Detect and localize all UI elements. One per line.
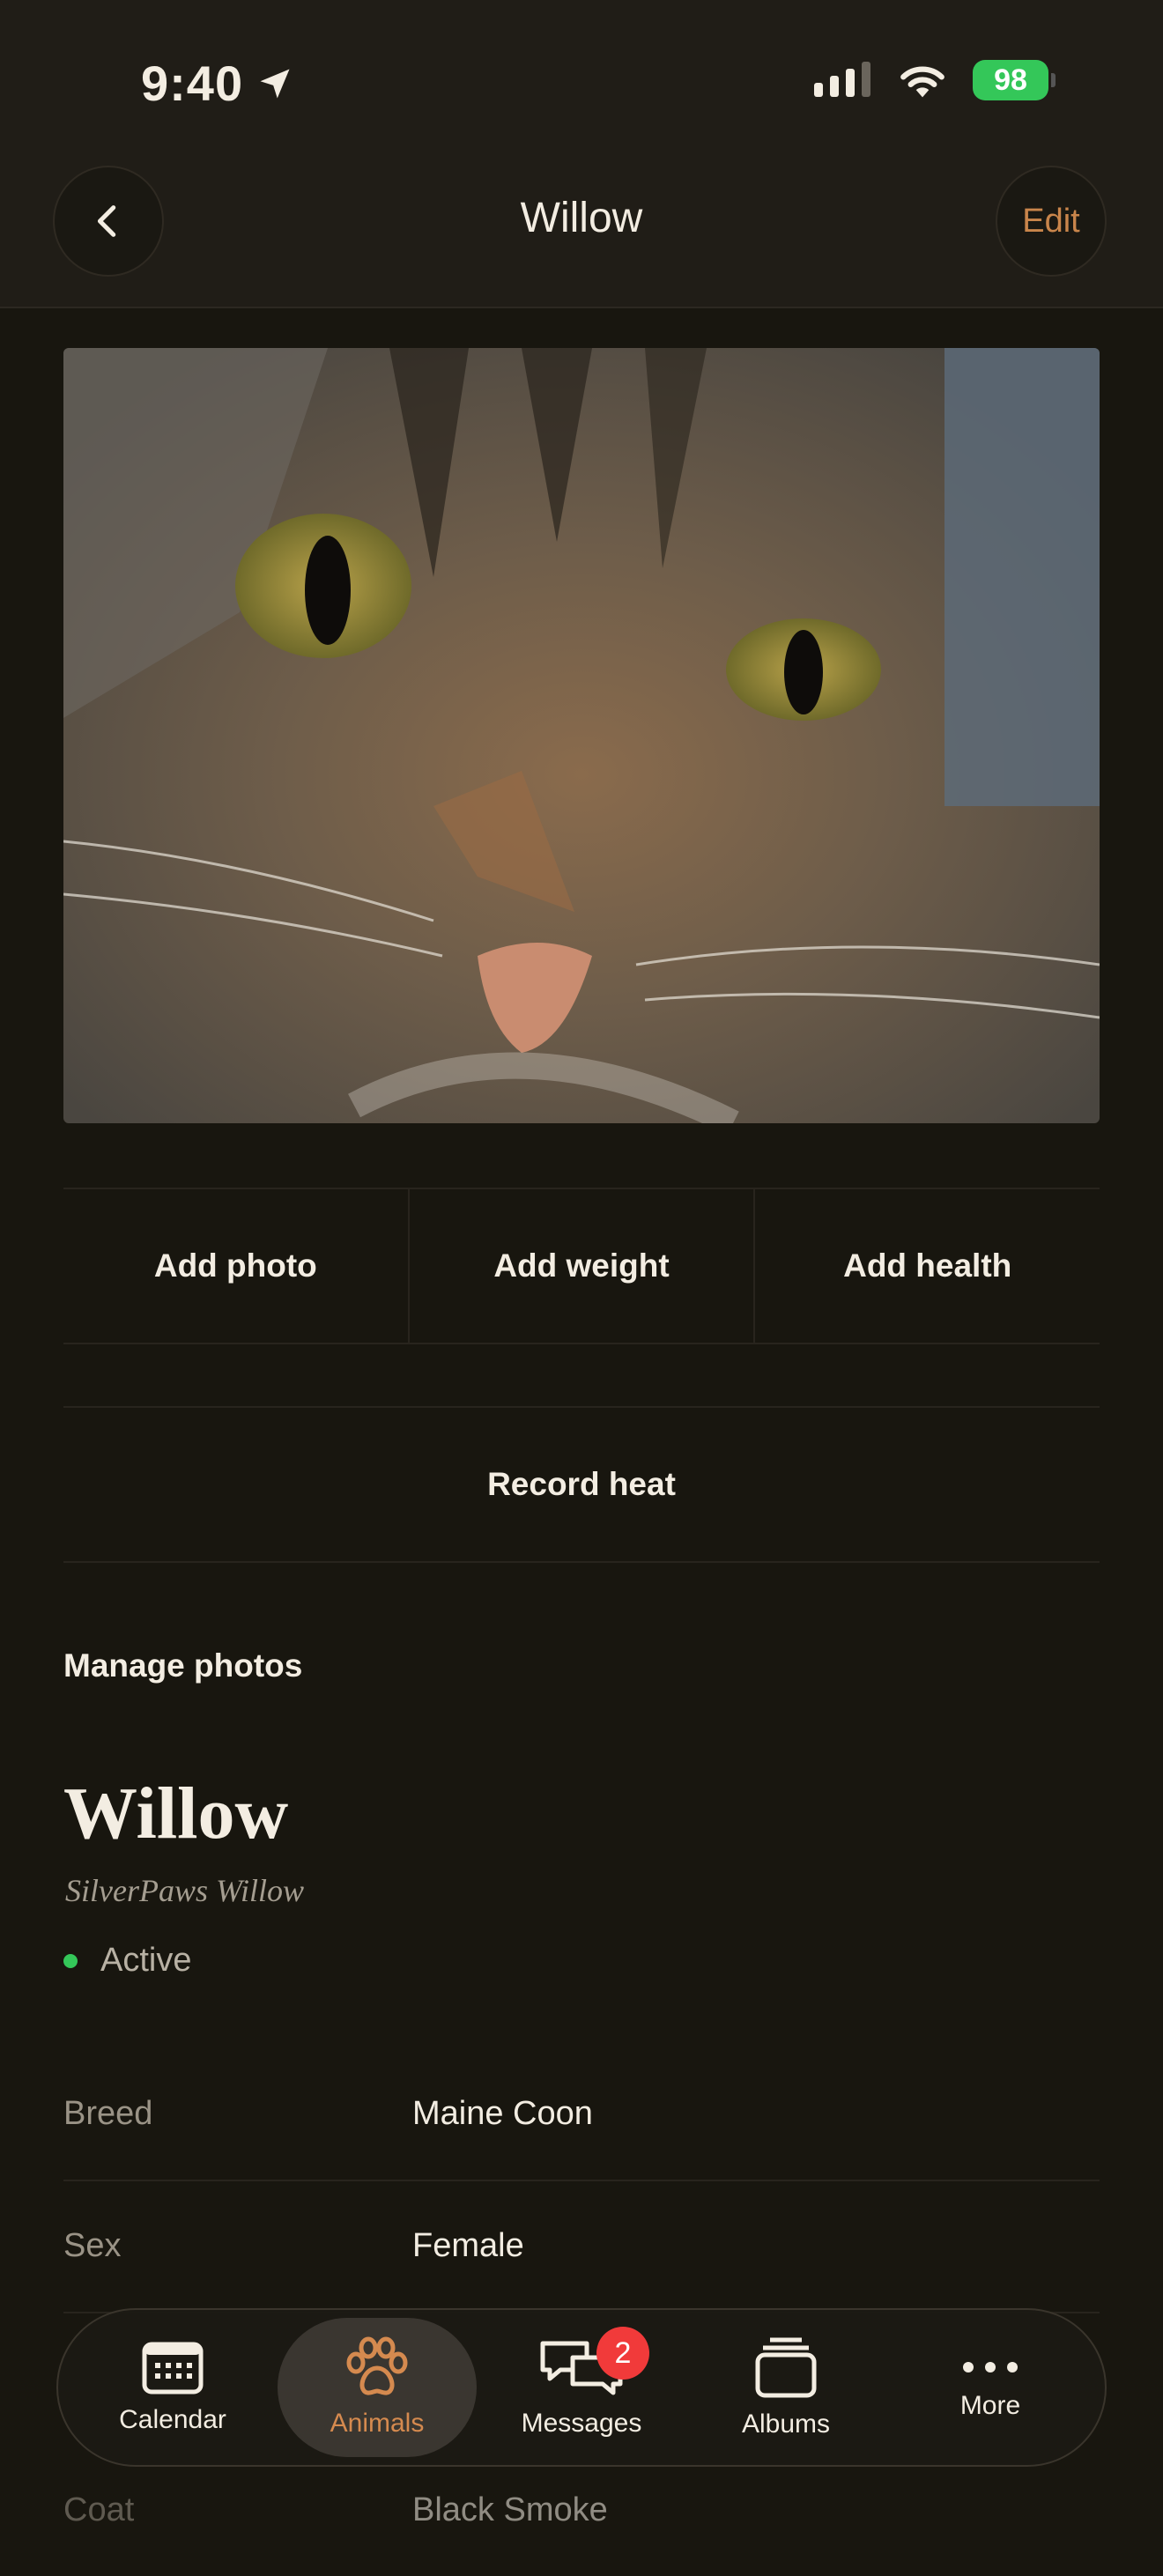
cat-photo-image [63, 348, 1100, 1123]
edit-label: Edit [1022, 202, 1080, 240]
tab-label: Calendar [119, 2405, 226, 2434]
detail-row-breed: Breed Maine Coon [63, 2047, 1100, 2181]
paw-icon [346, 2336, 408, 2395]
detail-value: Female [412, 2226, 524, 2264]
record-heat-button[interactable]: Record heat [63, 1406, 1100, 1563]
page-title: Willow [520, 195, 643, 241]
tab-label: Albums [741, 2409, 831, 2439]
edit-button[interactable]: Edit [996, 166, 1107, 277]
detail-label: Coat [63, 2491, 135, 2528]
animal-name: Willow [63, 1773, 289, 1854]
add-weight-button[interactable]: Add weight [407, 1189, 754, 1343]
tab-messages[interactable]: Messages 2 [482, 2318, 681, 2457]
wifi-icon [900, 66, 944, 98]
status-time: 9:40 [141, 55, 294, 112]
more-icon [963, 2362, 1018, 2372]
battery-level: 98 [994, 63, 1027, 97]
detail-row-sex: Sex Female [63, 2180, 1100, 2313]
detail-label: Sex [63, 2226, 122, 2264]
tab-label: Animals [330, 2409, 425, 2438]
tab-more[interactable]: More [891, 2318, 1090, 2457]
tab-calendar[interactable]: Calendar [73, 2318, 272, 2457]
cellular-signal-icon [814, 62, 870, 97]
time-label: 9:40 [141, 56, 244, 111]
calendar-icon [142, 2342, 204, 2395]
location-arrow-icon [260, 69, 290, 98]
detail-value: Black Smoke [412, 2491, 608, 2528]
status-dot-icon [63, 1953, 78, 1968]
status-indicators: 98 [814, 60, 1056, 100]
quick-actions: Add photo Add weight Add health [63, 1188, 1100, 1344]
tab-label: Messages [521, 2409, 642, 2438]
top-bar: 9:40 98 Willow Edit [0, 0, 1163, 308]
tab-animals[interactable]: Animals [278, 2318, 477, 2457]
detail-label: Breed [63, 2094, 153, 2132]
battery-indicator: 98 [973, 60, 1056, 100]
unread-badge: 2 [596, 2327, 649, 2380]
add-photo-button[interactable]: Add photo [63, 1189, 408, 1343]
manage-photos-link[interactable]: Manage photos [63, 1647, 302, 1684]
add-health-button[interactable]: Add health [753, 1189, 1100, 1343]
status-badge: Active [63, 1942, 191, 1980]
status-label: Active [100, 1942, 192, 1979]
albums-icon [755, 2337, 817, 2398]
tab-bar: Calendar Animals Messages 2 Albums More [56, 2308, 1107, 2467]
animal-photo[interactable] [63, 348, 1100, 1123]
tab-albums[interactable]: Albums [686, 2318, 885, 2457]
tab-label: More [959, 2391, 1021, 2420]
detail-value: Maine Coon [412, 2094, 593, 2132]
registered-name: SilverPaws Willow [65, 1873, 305, 1908]
